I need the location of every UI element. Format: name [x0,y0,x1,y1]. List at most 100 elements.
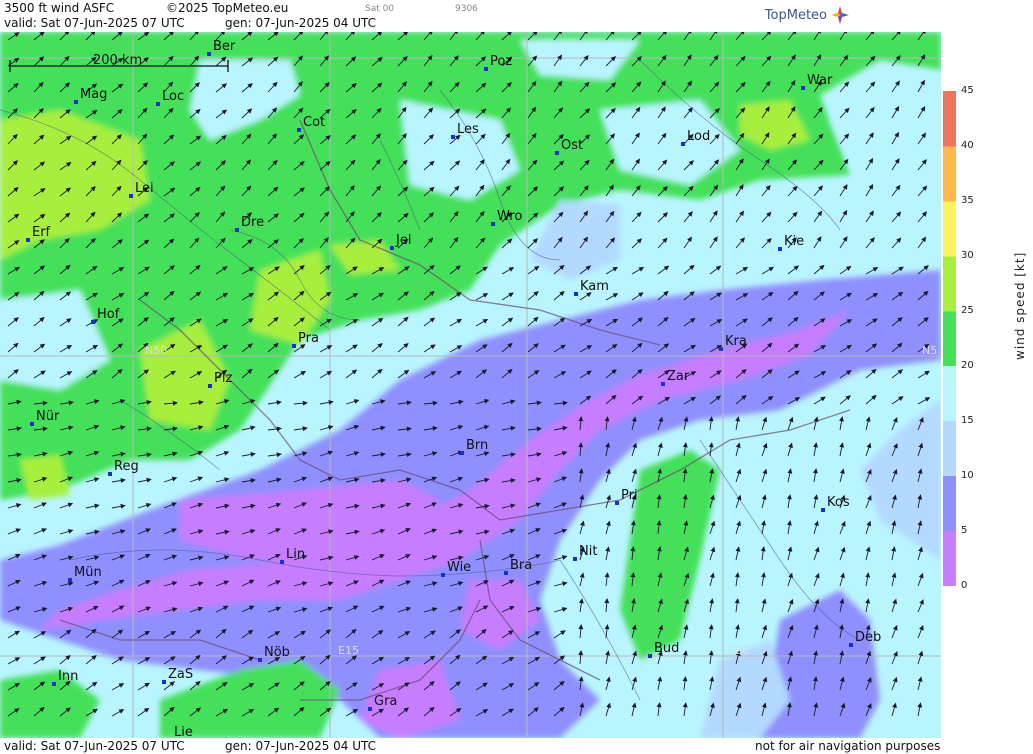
city-label: ZaS [168,667,193,682]
copyright: ©2025 TopMeteo.eu [166,1,289,15]
city-label: Cot [303,115,325,130]
city-label: Mag [80,87,107,102]
legend-tick: 45 [961,85,974,96]
city-label: Bra [510,558,532,573]
topmeteo-logo: TopMeteo [765,6,849,24]
footer-generation-time: gen: 07-Jun-2025 04 UTC [225,739,377,753]
city-marker [108,472,112,476]
legend-tick: 40 [961,140,974,151]
city-marker [390,246,394,250]
city-label: Lod [687,129,710,144]
city-label: Jel [395,233,411,248]
city-marker [719,347,723,351]
footer-valid-time: valid: Sat 07-Jun-2025 07 UTC [4,739,185,753]
city-label: Reg [114,459,139,474]
disclaimer: not for air navigation purposes [755,739,941,753]
city-marker [208,384,212,388]
city-label: Lei [135,181,154,196]
city-label: Poz [490,54,512,69]
city-marker [52,682,56,686]
city-label: Loc [162,89,184,104]
legend-tick: 10 [961,470,974,481]
color-legend: 45 40 35 30 25 20 15 10 5 0 [941,0,1033,754]
city-marker [129,194,133,198]
grid-label-e15: E15 [338,644,359,657]
city-label: Zar [667,369,690,384]
city-label: Bud [654,641,679,656]
city-label: Dre [241,215,264,230]
generation-time: gen: 07-Jun-2025 04 UTC [225,16,377,30]
city-marker [821,508,825,512]
legend-tick: 0 [961,580,968,591]
city-marker [801,86,805,90]
legend-tick: 35 [961,195,974,206]
city-mag: Mag [74,87,107,104]
city-label: Wro [497,209,522,224]
city-label: Erf [32,225,51,240]
compass-icon [831,6,849,24]
city-marker [778,247,782,251]
city-marker [26,238,30,242]
city-label: Pra [298,331,319,346]
city-label: Nit [579,544,597,559]
city-marker [280,560,284,564]
grid-label-n5: N5 [922,344,937,357]
city-label: Les [457,122,479,137]
city-marker [849,643,853,647]
city-marker [681,142,685,146]
scale-label: 200 km [93,53,142,68]
header-small-1: Sat 00 [365,4,395,14]
city-marker [573,557,577,561]
city-label: Wie [447,560,471,575]
city-marker [162,680,166,684]
grid-label-n50: N50 [145,344,167,357]
valid-time: valid: Sat 07-Jun-2025 07 UTC [4,16,185,30]
city-marker [235,228,239,232]
city-label: Brn [466,438,488,453]
city-marker [451,135,455,139]
city-label: Hof [97,307,120,322]
legend-tick: 25 [961,305,974,316]
city-label: Plz [214,371,232,386]
city-kam: Kam [574,279,609,296]
legend-tick: 30 [961,250,974,261]
city-marker [68,578,72,582]
legend-label: wind speed [kt] [1013,251,1027,360]
city-marker [368,707,372,711]
city-marker [460,451,464,455]
city-marker [292,344,296,348]
wind-map: N50 N5 E15 E20 200 km Ber Poz War Mag Loc Cot… [0,32,941,738]
city-marker [648,654,652,658]
legend-tick: 15 [961,415,974,426]
city-marker [555,151,559,155]
city-label: Nür [36,409,60,424]
city-marker [207,52,211,56]
city-label: Ost [561,138,583,153]
grid-label-e20: E20 [728,644,749,657]
city-label: Deb [855,630,881,645]
city-marker [574,292,578,296]
city-label: Ber [213,39,236,54]
city-label: Kam [580,279,609,294]
city-label: Gra [374,694,397,709]
city-mün: Mün [68,565,102,582]
legend-tick: 20 [961,360,974,371]
header-small-2: 9306 [455,4,478,14]
city-label: Mün [74,565,102,580]
city-marker [441,573,445,577]
city-marker [504,571,508,575]
city-marker [91,320,95,324]
city-label: Lin [286,547,305,562]
city-label: Inn [58,669,78,684]
map-header: 3500 ft wind ASFC ©2025 TopMeteo.eu Sat … [0,0,941,32]
city-marker [491,222,495,226]
city-marker [74,100,78,104]
city-marker [661,382,665,386]
map-footer: valid: Sat 07-Jun-2025 07 UTC gen: 07-Ju… [0,738,941,754]
wind-speed-field: N50 N5 E15 E20 200 km Ber Poz War Mag Loc Cot… [0,32,941,738]
city-label: Pri [621,488,638,503]
city-marker [30,422,34,426]
city-marker [484,67,488,71]
city-marker [156,102,160,106]
city-label: Kra [725,334,747,349]
